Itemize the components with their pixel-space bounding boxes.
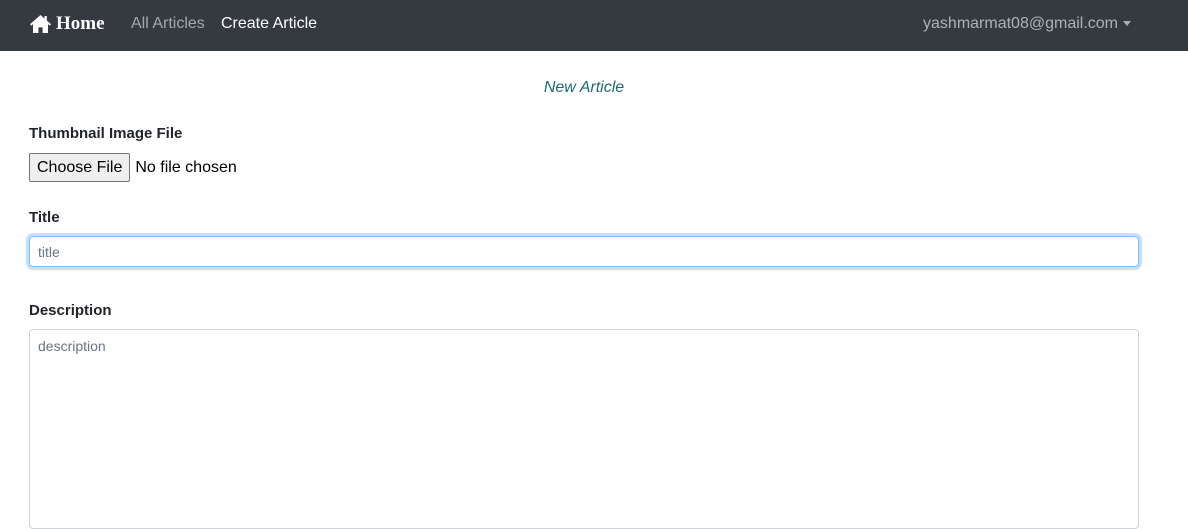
description-label: Description: [29, 302, 112, 319]
user-dropdown-toggle[interactable]: yashmarmat08@gmail.com: [923, 14, 1131, 34]
caret-down-icon: [1123, 20, 1131, 26]
nav-create-article[interactable]: Create Article: [221, 14, 317, 34]
user-email: yashmarmat08@gmail.com: [923, 15, 1118, 32]
thumbnail-file-input: Choose File No file chosen: [29, 153, 237, 182]
home-icon: [29, 14, 52, 34]
description-textarea[interactable]: [29, 329, 1139, 529]
choose-file-button[interactable]: Choose File: [29, 153, 131, 182]
home-label: Home: [56, 13, 105, 34]
title-input[interactable]: [29, 236, 1139, 267]
page-title: New Article: [543, 79, 625, 96]
home-link[interactable]: Home: [29, 12, 105, 36]
file-status-text: No file chosen: [135, 158, 237, 176]
nav-all-articles[interactable]: All Articles: [131, 14, 205, 34]
top-navbar: Home All Articles Create Article yashmar…: [0, 0, 1188, 51]
title-label: Title: [29, 209, 60, 226]
thumbnail-label: Thumbnail Image File: [29, 125, 183, 142]
